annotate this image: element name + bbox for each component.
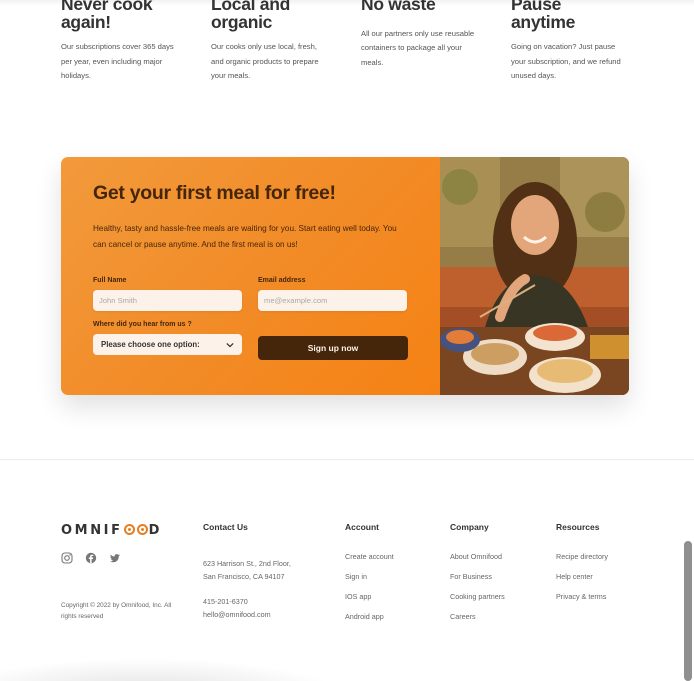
logo-text-end: D [148, 523, 162, 538]
email-link[interactable]: hello@omnifood.com [203, 608, 291, 621]
logo-plate-icon [123, 524, 135, 535]
signup-form: Full Name John Smith Email address me@ex… [93, 277, 408, 365]
features-grid: Never cook again! Our subscriptions cove… [61, 0, 641, 84]
feature-title: Pause anytime [511, 0, 576, 32]
feature-title: No waste [361, 0, 436, 14]
cta-title: Get your first meal for free! [93, 182, 336, 204]
help-center-link[interactable]: Help center [556, 572, 608, 592]
feature-local-organic: Local and organic Our cooks only use loc… [211, 0, 361, 84]
feature-text: Going on vacation? Just pause your subsc… [511, 42, 621, 80]
cta-section: Get your first meal for free! Healthy, t… [61, 157, 629, 395]
ios-app-link[interactable]: IOS app [345, 592, 394, 612]
about-link[interactable]: About Omnifood [450, 552, 505, 572]
feature-no-waste: No waste All our partners only use reusa… [361, 0, 511, 84]
footer-account: Account Create account Sign in IOS app A… [345, 522, 394, 632]
resources-links: Recipe directory Help center Privacy & t… [556, 552, 608, 612]
address-line: San Francisco, CA 94107 [203, 572, 285, 581]
contact-address: 623 Harrison St., 2nd Floor, San Francis… [203, 557, 291, 583]
address-line: 623 Harrison St., 2nd Floor, [203, 559, 291, 568]
feature-title: Never cook again! [61, 0, 153, 32]
signup-button[interactable]: Sign up now [258, 336, 408, 360]
source-select-value: Please choose one option: [101, 340, 200, 349]
careers-link[interactable]: Careers [450, 612, 505, 632]
android-app-link[interactable]: Android app [345, 612, 394, 632]
source-select[interactable]: Please choose one option: [93, 334, 242, 355]
feature-text: Our subscriptions cover 365 days per yea… [61, 42, 174, 80]
omnifood-logo[interactable]: OMNIF D [61, 523, 162, 538]
account-title: Account [345, 522, 379, 532]
sign-in-link[interactable]: Sign in [345, 572, 394, 592]
source-group: Where did you hear from us ? Please choo… [93, 321, 242, 355]
feature-never-cook: Never cook again! Our subscriptions cove… [61, 0, 211, 84]
full-name-group: Full Name John Smith [93, 277, 242, 311]
create-account-link[interactable]: Create account [345, 552, 394, 572]
feature-text: Our cooks only use local, fresh, and org… [211, 42, 319, 80]
footer-company: Company About Omnifood For Business Cook… [450, 522, 505, 632]
footer-contact: Contact Us 623 Harrison St., 2nd Floor, … [203, 522, 291, 621]
submit-group: Sign up now [258, 321, 408, 365]
email-label: Email address [258, 277, 306, 284]
page-scrollbar[interactable] [684, 541, 692, 681]
company-title: Company [450, 522, 489, 532]
bottom-shadow [0, 655, 360, 681]
social-links [61, 552, 121, 564]
facebook-icon[interactable] [85, 552, 97, 564]
woman-eating-photo [440, 157, 629, 395]
source-label: Where did you hear from us ? [93, 321, 192, 328]
contact-links: 415-201-6370 hello@omnifood.com [203, 595, 291, 621]
email-input[interactable]: me@example.com [258, 290, 407, 311]
for-business-link[interactable]: For Business [450, 572, 505, 592]
feature-pause-anytime: Pause anytime Going on vacation? Just pa… [511, 0, 661, 84]
logo-plate-icon [136, 524, 148, 535]
resources-title: Resources [556, 522, 600, 532]
cta-food-photo [440, 157, 629, 395]
privacy-terms-link[interactable]: Privacy & terms [556, 592, 608, 612]
footer-resources: Resources Recipe directory Help center P… [556, 522, 608, 612]
instagram-icon[interactable] [61, 552, 73, 564]
feature-title: Local and organic [211, 0, 290, 32]
full-name-input[interactable]: John Smith [93, 290, 242, 311]
recipe-directory-link[interactable]: Recipe directory [556, 552, 608, 572]
full-name-label: Full Name [93, 277, 127, 284]
cooking-partners-link[interactable]: Cooking partners [450, 592, 505, 612]
cta-text-box: Get your first meal for free! Healthy, t… [61, 157, 440, 395]
contact-title: Contact Us [203, 522, 248, 532]
chevron-down-icon [226, 342, 234, 347]
phone-link[interactable]: 415-201-6370 [203, 595, 291, 608]
email-group: Email address me@example.com [258, 277, 408, 311]
account-links: Create account Sign in IOS app Android a… [345, 552, 394, 632]
twitter-icon[interactable] [109, 552, 121, 564]
company-links: About Omnifood For Business Cooking part… [450, 552, 505, 632]
logo-text-start: OMNIF [61, 523, 123, 538]
cta-description: Healthy, tasty and hassle-free meals are… [93, 224, 397, 249]
feature-text: All our partners only use reusable conta… [361, 28, 475, 67]
copyright-text: Copyright © 2022 by Omnifood, Inc. All r… [61, 602, 172, 620]
footer-divider [0, 459, 694, 460]
